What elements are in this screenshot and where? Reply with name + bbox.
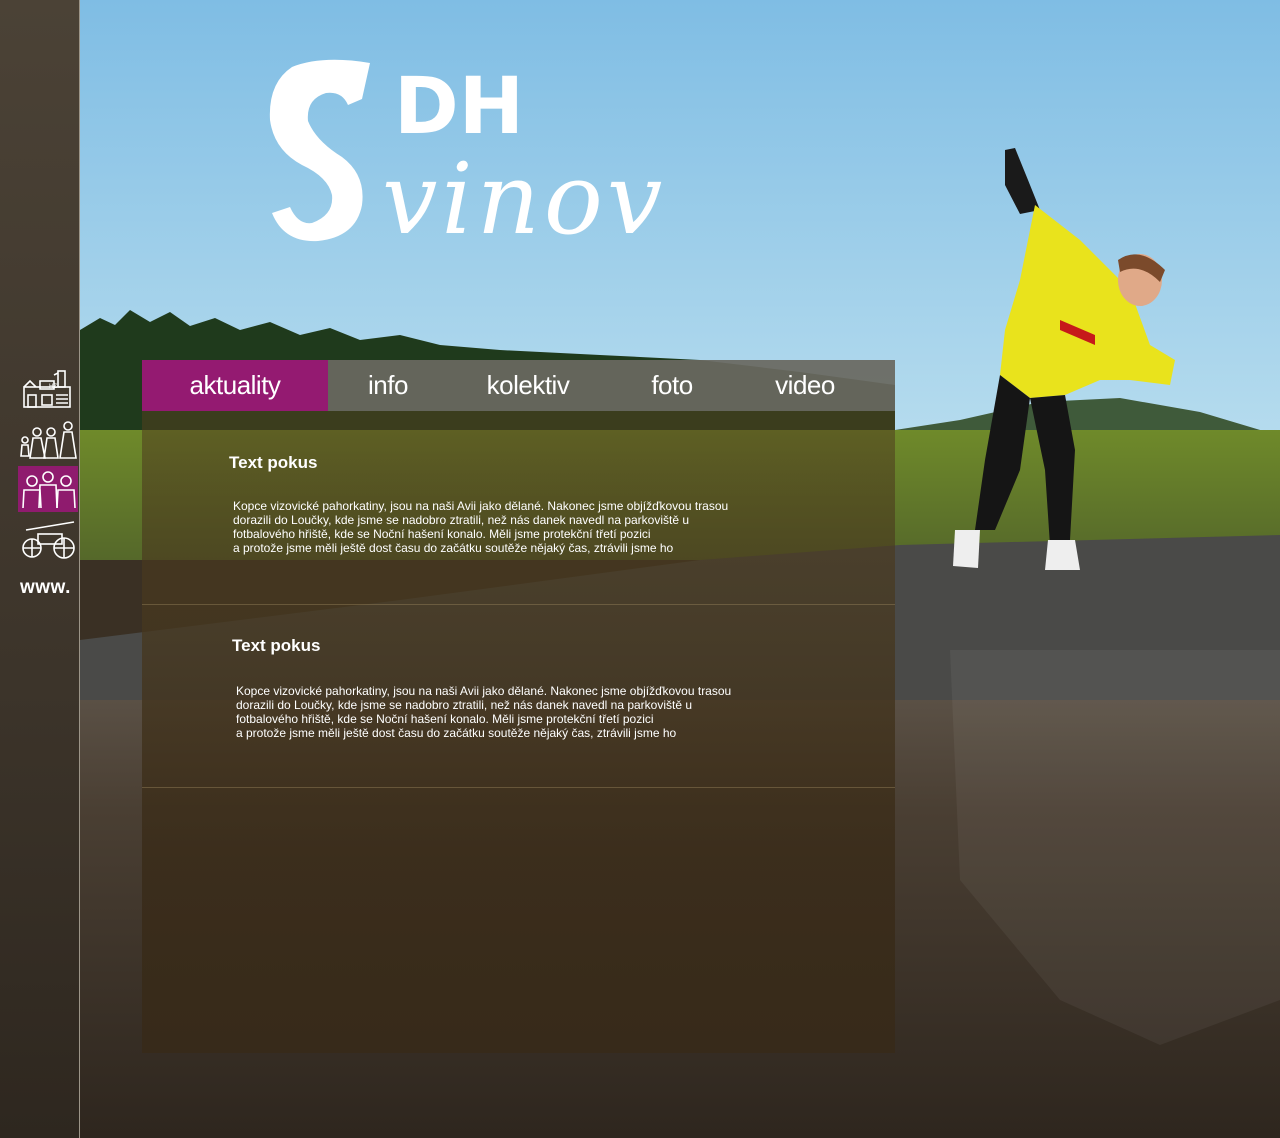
- nav-item-kolektiv[interactable]: kolektiv: [468, 360, 588, 411]
- nav-item-info[interactable]: info: [338, 360, 438, 411]
- article-body: Kopce vizovické pahorkatiny, jsou na naš…: [236, 684, 732, 740]
- fire-station-icon: HZ: [23, 370, 71, 408]
- sidebar-item-family[interactable]: [18, 418, 78, 464]
- sidebar-item-team[interactable]: [18, 466, 78, 512]
- nav-item-video[interactable]: video: [750, 360, 860, 411]
- sdh-svinov-logo: DH vinov: [269, 59, 666, 250]
- nav-item-foto[interactable]: foto: [622, 360, 722, 411]
- family-icon: [20, 421, 77, 459]
- team-icon: [22, 471, 76, 509]
- news-article: Text pokus Kopce vizovické pahorkatiny, …: [142, 411, 895, 604]
- logo-vinov-text: vinov: [382, 143, 666, 250]
- article-body: Kopce vizovické pahorkatiny, jsou na naš…: [233, 499, 729, 555]
- logo-dh-text: DH: [394, 62, 524, 152]
- svg-text:HZ: HZ: [49, 384, 57, 390]
- article-title[interactable]: Text pokus: [232, 636, 320, 656]
- sidebar-item-fire-station[interactable]: HZ: [18, 365, 78, 411]
- main-navigation: aktuality info kolektiv foto video: [142, 360, 895, 411]
- left-sidebar: [0, 0, 80, 1138]
- sidebar-item-fire-cart[interactable]: [18, 518, 78, 564]
- fire-cart-icon: [22, 521, 75, 559]
- article-title[interactable]: Text pokus: [229, 453, 317, 473]
- nav-item-aktuality[interactable]: aktuality: [142, 360, 328, 411]
- article-divider: [142, 787, 895, 788]
- content-panel: Text pokus Kopce vizovické pahorkatiny, …: [142, 411, 895, 1053]
- news-article: Text pokus Kopce vizovické pahorkatiny, …: [142, 605, 895, 787]
- www-link[interactable]: www.: [20, 577, 71, 599]
